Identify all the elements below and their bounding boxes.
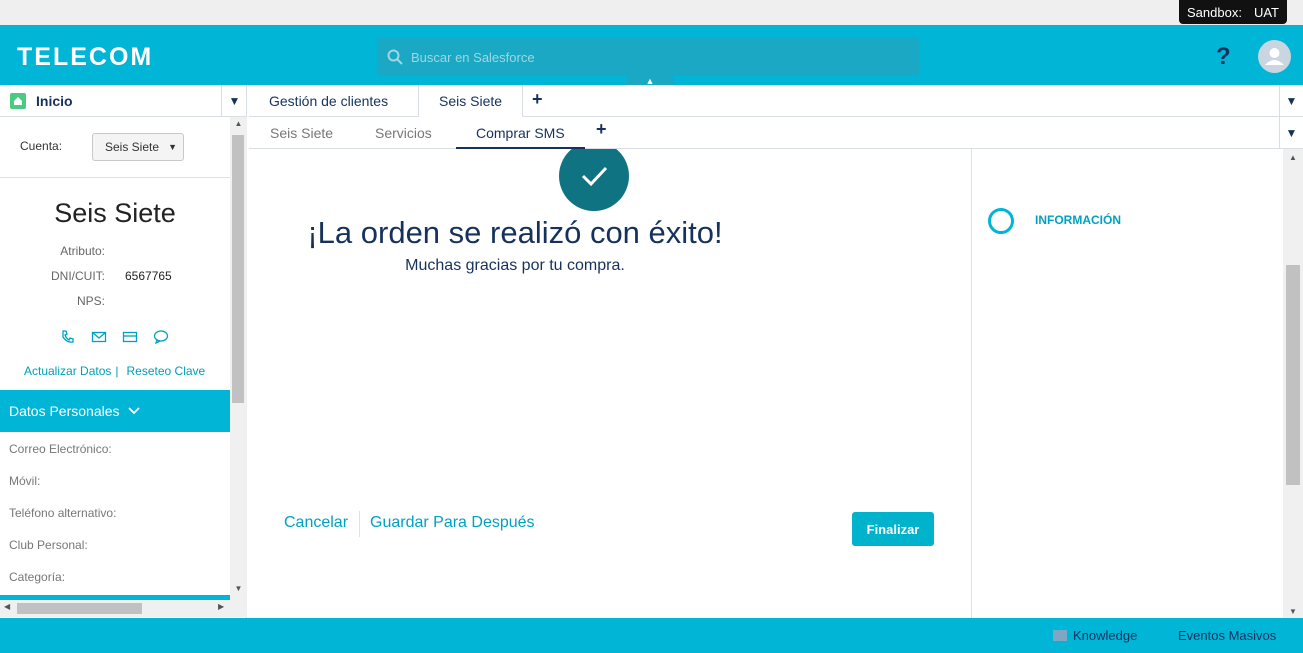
field-alt-phone-label: Teléfono alternativo:: [9, 506, 117, 520]
eventos-masivos-item[interactable]: Eventos Masivos: [1178, 628, 1276, 643]
add-subtab-icon[interactable]: +: [596, 119, 607, 140]
contact-icons: [60, 329, 169, 345]
subtab-seis-siete[interactable]: Seis Siete: [270, 117, 333, 149]
button-divider: [359, 511, 360, 537]
scroll-down-icon[interactable]: ▼: [230, 584, 247, 598]
cuenta-label: Cuenta:: [20, 139, 63, 153]
steps-panel: INFORMACIÓN: [971, 149, 1283, 618]
scroll-right-icon[interactable]: ▶: [218, 602, 224, 611]
chevron-down-icon: [127, 407, 140, 415]
save-later-button[interactable]: Guardar Para Después: [370, 514, 535, 532]
help-icon[interactable]: ?: [1216, 43, 1231, 71]
account-sidebar: Inicio ▼ Cuenta: Seis Siete ▼ Seis Siete…: [0, 85, 247, 618]
account-links: Actualizar Datos | Reseteo Clave: [24, 364, 205, 378]
add-tab-icon[interactable]: +: [532, 89, 543, 110]
top-strip: Sandbox: UAT: [0, 0, 1303, 25]
finish-button[interactable]: Finalizar: [852, 512, 934, 546]
sidebar-hscrollbar[interactable]: ◀ ▶: [0, 600, 230, 617]
user-avatar[interactable]: [1258, 40, 1291, 73]
cuenta-select[interactable]: Seis Siete ▼: [92, 133, 184, 161]
dni-label: DNI/CUIT:: [51, 269, 105, 283]
subtab-overflow-dropdown-icon[interactable]: ▼: [1279, 117, 1303, 149]
attr-label: Atributo:: [60, 244, 105, 258]
main-scroll-thumb[interactable]: [1286, 265, 1300, 485]
subtab-servicios[interactable]: Servicios: [375, 117, 432, 149]
sidebar-header: Inicio ▼: [0, 85, 247, 117]
home-label[interactable]: Inicio: [36, 93, 73, 109]
success-subtitle: Muchas gracias por tu compra.: [405, 257, 625, 274]
card-icon[interactable]: [122, 329, 138, 345]
step-circle-icon: [988, 208, 1014, 234]
sandbox-label: Sandbox:: [1187, 4, 1242, 20]
book-icon: [1053, 630, 1067, 641]
cancel-button[interactable]: Cancelar: [284, 514, 348, 532]
global-search[interactable]: [377, 38, 919, 76]
scroll-up-icon[interactable]: ▲: [1283, 153, 1303, 162]
email-icon[interactable]: [91, 329, 107, 345]
scroll-left-icon[interactable]: ◀: [4, 602, 10, 611]
scroll-thumb[interactable]: [232, 135, 244, 403]
sandbox-env: UAT: [1253, 4, 1279, 20]
field-category-label: Categoría:: [9, 570, 66, 584]
phone-icon[interactable]: [60, 329, 76, 345]
chevron-down-icon: ▼: [168, 142, 177, 152]
chat-icon[interactable]: [153, 329, 169, 345]
reset-password-link[interactable]: Reseteo Clave: [127, 364, 206, 378]
user-icon: [1265, 48, 1284, 65]
success-check-icon: [559, 149, 629, 211]
home-icon[interactable]: [10, 92, 26, 109]
cuenta-row: Cuenta: Seis Siete ▼: [0, 117, 230, 178]
scroll-down-icon[interactable]: ▼: [1283, 607, 1303, 616]
cuenta-select-value: Seis Siete: [105, 140, 160, 154]
field-club-label: Club Personal:: [9, 538, 88, 552]
update-data-link[interactable]: Actualizar Datos: [24, 364, 111, 378]
datos-personales-title: Datos Personales: [9, 403, 120, 419]
search-icon: [387, 49, 403, 65]
dni-value: 6567765: [125, 269, 172, 283]
nps-label: NPS:: [76, 294, 105, 308]
step-informacion[interactable]: INFORMACIÓN: [1035, 213, 1121, 227]
account-name: Seis Siete: [54, 198, 176, 228]
subtab-comprar-sms[interactable]: Comprar SMS: [456, 117, 585, 149]
eventos-masivos-label: Eventos Masivos: [1178, 628, 1277, 643]
sandbox-badge: Sandbox: UAT: [1179, 0, 1287, 24]
tab-gestion-clientes[interactable]: Gestión de clientes: [249, 85, 408, 117]
sidebar-vscrollbar[interactable]: ▲ ▼: [230, 117, 247, 600]
hscroll-thumb[interactable]: [17, 603, 142, 614]
utility-bar: Knowledge Eventos Masivos: [0, 618, 1303, 653]
success-title: ¡La orden se realizó con éxito!: [307, 215, 723, 250]
main-vscrollbar[interactable]: ▲ ▼: [1283, 149, 1303, 618]
link-separator: |: [115, 364, 119, 378]
sidebar-dropdown-icon[interactable]: ▼: [221, 85, 247, 117]
datos-personales-header[interactable]: Datos Personales: [0, 390, 230, 432]
primary-tab-bar: Gestión de clientes Seis Siete + ▼: [249, 85, 1303, 118]
tab-overflow-dropdown-icon[interactable]: ▼: [1279, 85, 1303, 117]
tab-seis-siete[interactable]: Seis Siete: [418, 85, 524, 118]
knowledge-item[interactable]: Knowledge: [1053, 628, 1137, 643]
field-email-label: Correo Electrónico:: [9, 442, 112, 456]
telecom-logo[interactable]: TELECOM: [17, 43, 153, 72]
scroll-up-icon[interactable]: ▲: [230, 119, 247, 133]
main-content: ¡La orden se realizó con éxito! Muchas g…: [249, 149, 971, 618]
field-mobile-label: Móvil:: [9, 474, 41, 488]
global-header: TELECOM ▲ ?: [0, 25, 1303, 86]
search-input[interactable]: [411, 49, 891, 65]
scroll-corner: [230, 600, 247, 617]
sub-tab-bar: Seis Siete Servicios Comprar SMS + ▼: [249, 117, 1303, 149]
knowledge-label: Knowledge: [1073, 628, 1138, 643]
